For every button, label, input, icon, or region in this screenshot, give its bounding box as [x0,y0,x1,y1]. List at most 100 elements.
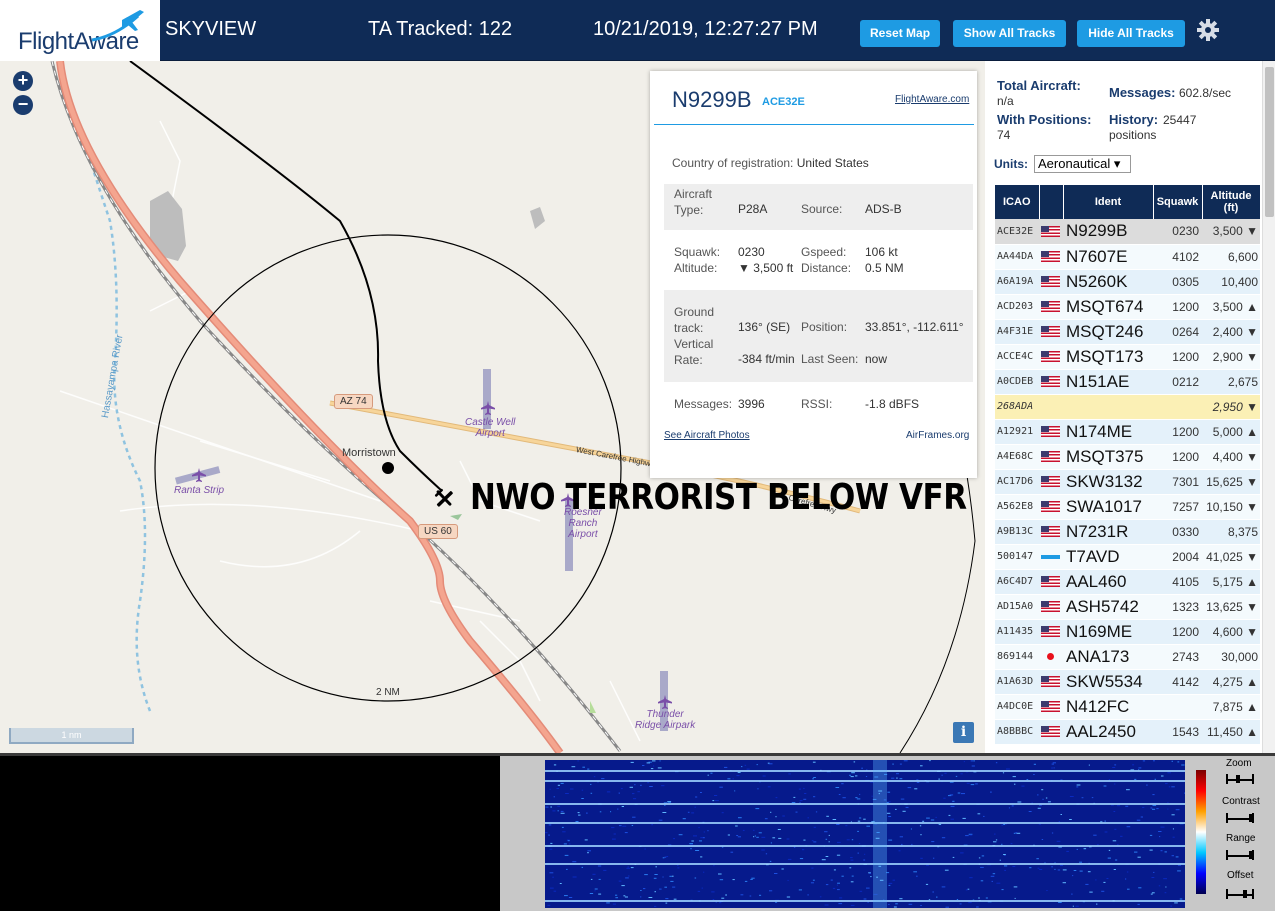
row-icao: A1A63D [995,669,1039,695]
aircraft-row[interactable]: 500147 T7AVD 2004 41,025 ▼ [995,544,1260,570]
aircraft-row[interactable]: A9B13C N7231R 0330 8,375 [995,519,1260,545]
aircraft-row[interactable]: 268ADA 2,950 ▼ [995,394,1260,420]
squawk-value: 0230 [738,245,765,259]
ground-track-label: Ground track: Vertical Rate: [674,305,715,367]
aircraft-row[interactable]: A0CDEB N151AE 0212 2,675 [995,369,1260,395]
range-slider[interactable] [1225,848,1255,862]
row-ident: MSQT375 [1063,444,1153,470]
column-header-ident[interactable]: Ident [1063,185,1154,219]
plane-logo-icon [91,10,144,42]
column-header-flag[interactable] [1039,185,1064,219]
row-icao: A8BBBC [995,719,1039,745]
row-icao: A6A19A [995,269,1039,295]
aircraft-photos-link[interactable]: See Aircraft Photos [664,430,750,441]
sidebar-scrollbar[interactable] [1262,61,1275,753]
row-altitude: 2,675 [1202,369,1260,395]
zoom-in-button[interactable]: + [13,71,33,91]
country-flag-icon [1041,625,1060,637]
map-scale-bar: 1 nm [9,728,134,744]
row-ident: AAL2450 [1063,719,1153,745]
aircraft-row[interactable]: A4E68C MSQT375 1200 4,400 ▼ [995,444,1260,470]
row-icao: ACD203 [995,294,1039,320]
gear-icon[interactable] [1196,18,1220,42]
country-flag-icon [1041,725,1060,737]
row-icao: A0CDEB [995,369,1039,395]
row-squawk: 0212 [1153,369,1202,395]
waterfall-display [545,760,1185,908]
row-flag [1039,719,1063,745]
zoom-slider[interactable] [1225,772,1255,786]
row-icao: A4E68C [995,444,1039,470]
vertical-rate-value: -384 ft/min [738,352,795,366]
row-flag [1039,644,1063,670]
bottom-panel: Zoom Contrast Range Offset [0,753,1275,911]
row-altitude: 5,000 ▲ [1202,419,1260,445]
selected-aircraft-icon[interactable] [432,486,456,510]
selected-aircraft-panel: N9299B ACE32E FlightAware.com Country of… [650,71,977,478]
country-flag-icon [1041,275,1060,287]
row-icao: A6C4D7 [995,569,1039,595]
scrollbar-thumb[interactable] [1265,67,1274,217]
aircraft-row[interactable]: ACCE4C MSQT173 1200 2,900 ▼ [995,344,1260,370]
row-ident: N9299B [1063,219,1153,245]
zoom-out-button[interactable]: − [13,95,33,115]
aircraft-row[interactable]: AA44DA N7607E 4102 6,600 [995,244,1260,270]
offset-slider[interactable] [1225,887,1255,901]
row-icao: A11435 [995,619,1039,645]
airframes-link[interactable]: AirFrames.org [906,430,969,441]
column-header-altitude[interactable]: Altitude (ft) [1202,185,1260,219]
country-flag-icon [1041,325,1060,337]
row-flag [1039,419,1063,445]
source-label: Source: [801,202,843,216]
row-flag [1039,544,1063,570]
aircraft-table-wrapper[interactable]: ICAO Ident Squawk Altitude (ft) ACE32E N92… [995,185,1260,753]
aircraft-row[interactable]: AC17D6 SKW3132 7301 15,625 ▼ [995,469,1260,495]
hide-all-tracks-button[interactable]: Hide All Tracks [1077,20,1185,47]
aircraft-row[interactable]: A4F31E MSQT246 0264 2,400 ▼ [995,319,1260,345]
history-unit: positions [1109,128,1157,142]
waterfall-colorbar [1196,770,1206,894]
row-altitude: 30,000 [1202,644,1260,670]
country-flag-icon [1041,450,1060,462]
row-altitude: 10,400 [1202,269,1260,295]
aircraft-row[interactable]: 869144 ANA173 2743 30,000 [995,644,1260,670]
altitude-value: ▼ 3,500 ft [738,261,794,275]
last-seen-value: now [865,352,888,366]
town-label: Morristown [342,447,396,459]
row-flag [1039,694,1063,720]
reset-map-button[interactable]: Reset Map [860,20,940,47]
row-squawk: 0330 [1153,519,1202,545]
country-flag-icon [1041,225,1060,237]
aircraft-row[interactable]: A6C4D7 AAL460 4105 5,175 ▲ [995,569,1260,595]
header-bar: FlightAware SKYVIEW TA Tracked: 122 10/2… [0,0,1275,61]
aircraft-row[interactable]: A1A63D SKW5534 4142 4,275 ▲ [995,669,1260,695]
row-altitude: 8,375 [1202,519,1260,545]
selected-ident: N9299B [672,87,752,112]
aircraft-row[interactable]: AD15A0 ASH5742 1323 13,625 ▼ [995,594,1260,620]
row-flag [1039,394,1063,420]
row-icao: A4F31E [995,319,1039,345]
flightaware-logo[interactable]: FlightAware [0,0,160,61]
map-info-button[interactable]: i [953,722,974,743]
country-flag-icon [1041,425,1060,437]
contrast-slider[interactable] [1225,811,1255,825]
aircraft-row[interactable]: A11435 N169ME 1200 4,600 ▼ [995,619,1260,645]
column-header-icao[interactable]: ICAO [995,185,1040,219]
show-all-tracks-button[interactable]: Show All Tracks [953,20,1066,47]
distance-value: 0.5 NM [865,261,904,275]
distance-label: Distance: [801,261,852,275]
row-icao: AC17D6 [995,469,1039,495]
row-icao: AD15A0 [995,594,1039,620]
aircraft-row[interactable]: A6A19A N5260K 0305 10,400 [995,269,1260,295]
column-header-squawk[interactable]: Squawk [1153,185,1203,219]
aircraft-row[interactable]: ACE32E N9299B 0230 3,500 ▼ [995,219,1260,245]
aircraft-row[interactable]: ACD203 MSQT674 1200 3,500 ▲ [995,294,1260,320]
aircraft-row[interactable]: A12921 N174ME 1200 5,000 ▲ [995,419,1260,445]
row-altitude: 2,900 ▼ [1202,344,1260,370]
country-row: Country of registration: United States [672,156,869,170]
aircraft-row[interactable]: A4DC0E N412FC 7,875 ▲ [995,694,1260,720]
units-select[interactable]: Aeronautical ▾ [1034,155,1131,173]
flightaware-link[interactable]: FlightAware.com [895,94,969,105]
aircraft-row[interactable]: A562E8 SWA1017 7257 10,150 ▼ [995,494,1260,520]
aircraft-row[interactable]: A8BBBC AAL2450 1543 11,450 ▲ [995,719,1260,745]
